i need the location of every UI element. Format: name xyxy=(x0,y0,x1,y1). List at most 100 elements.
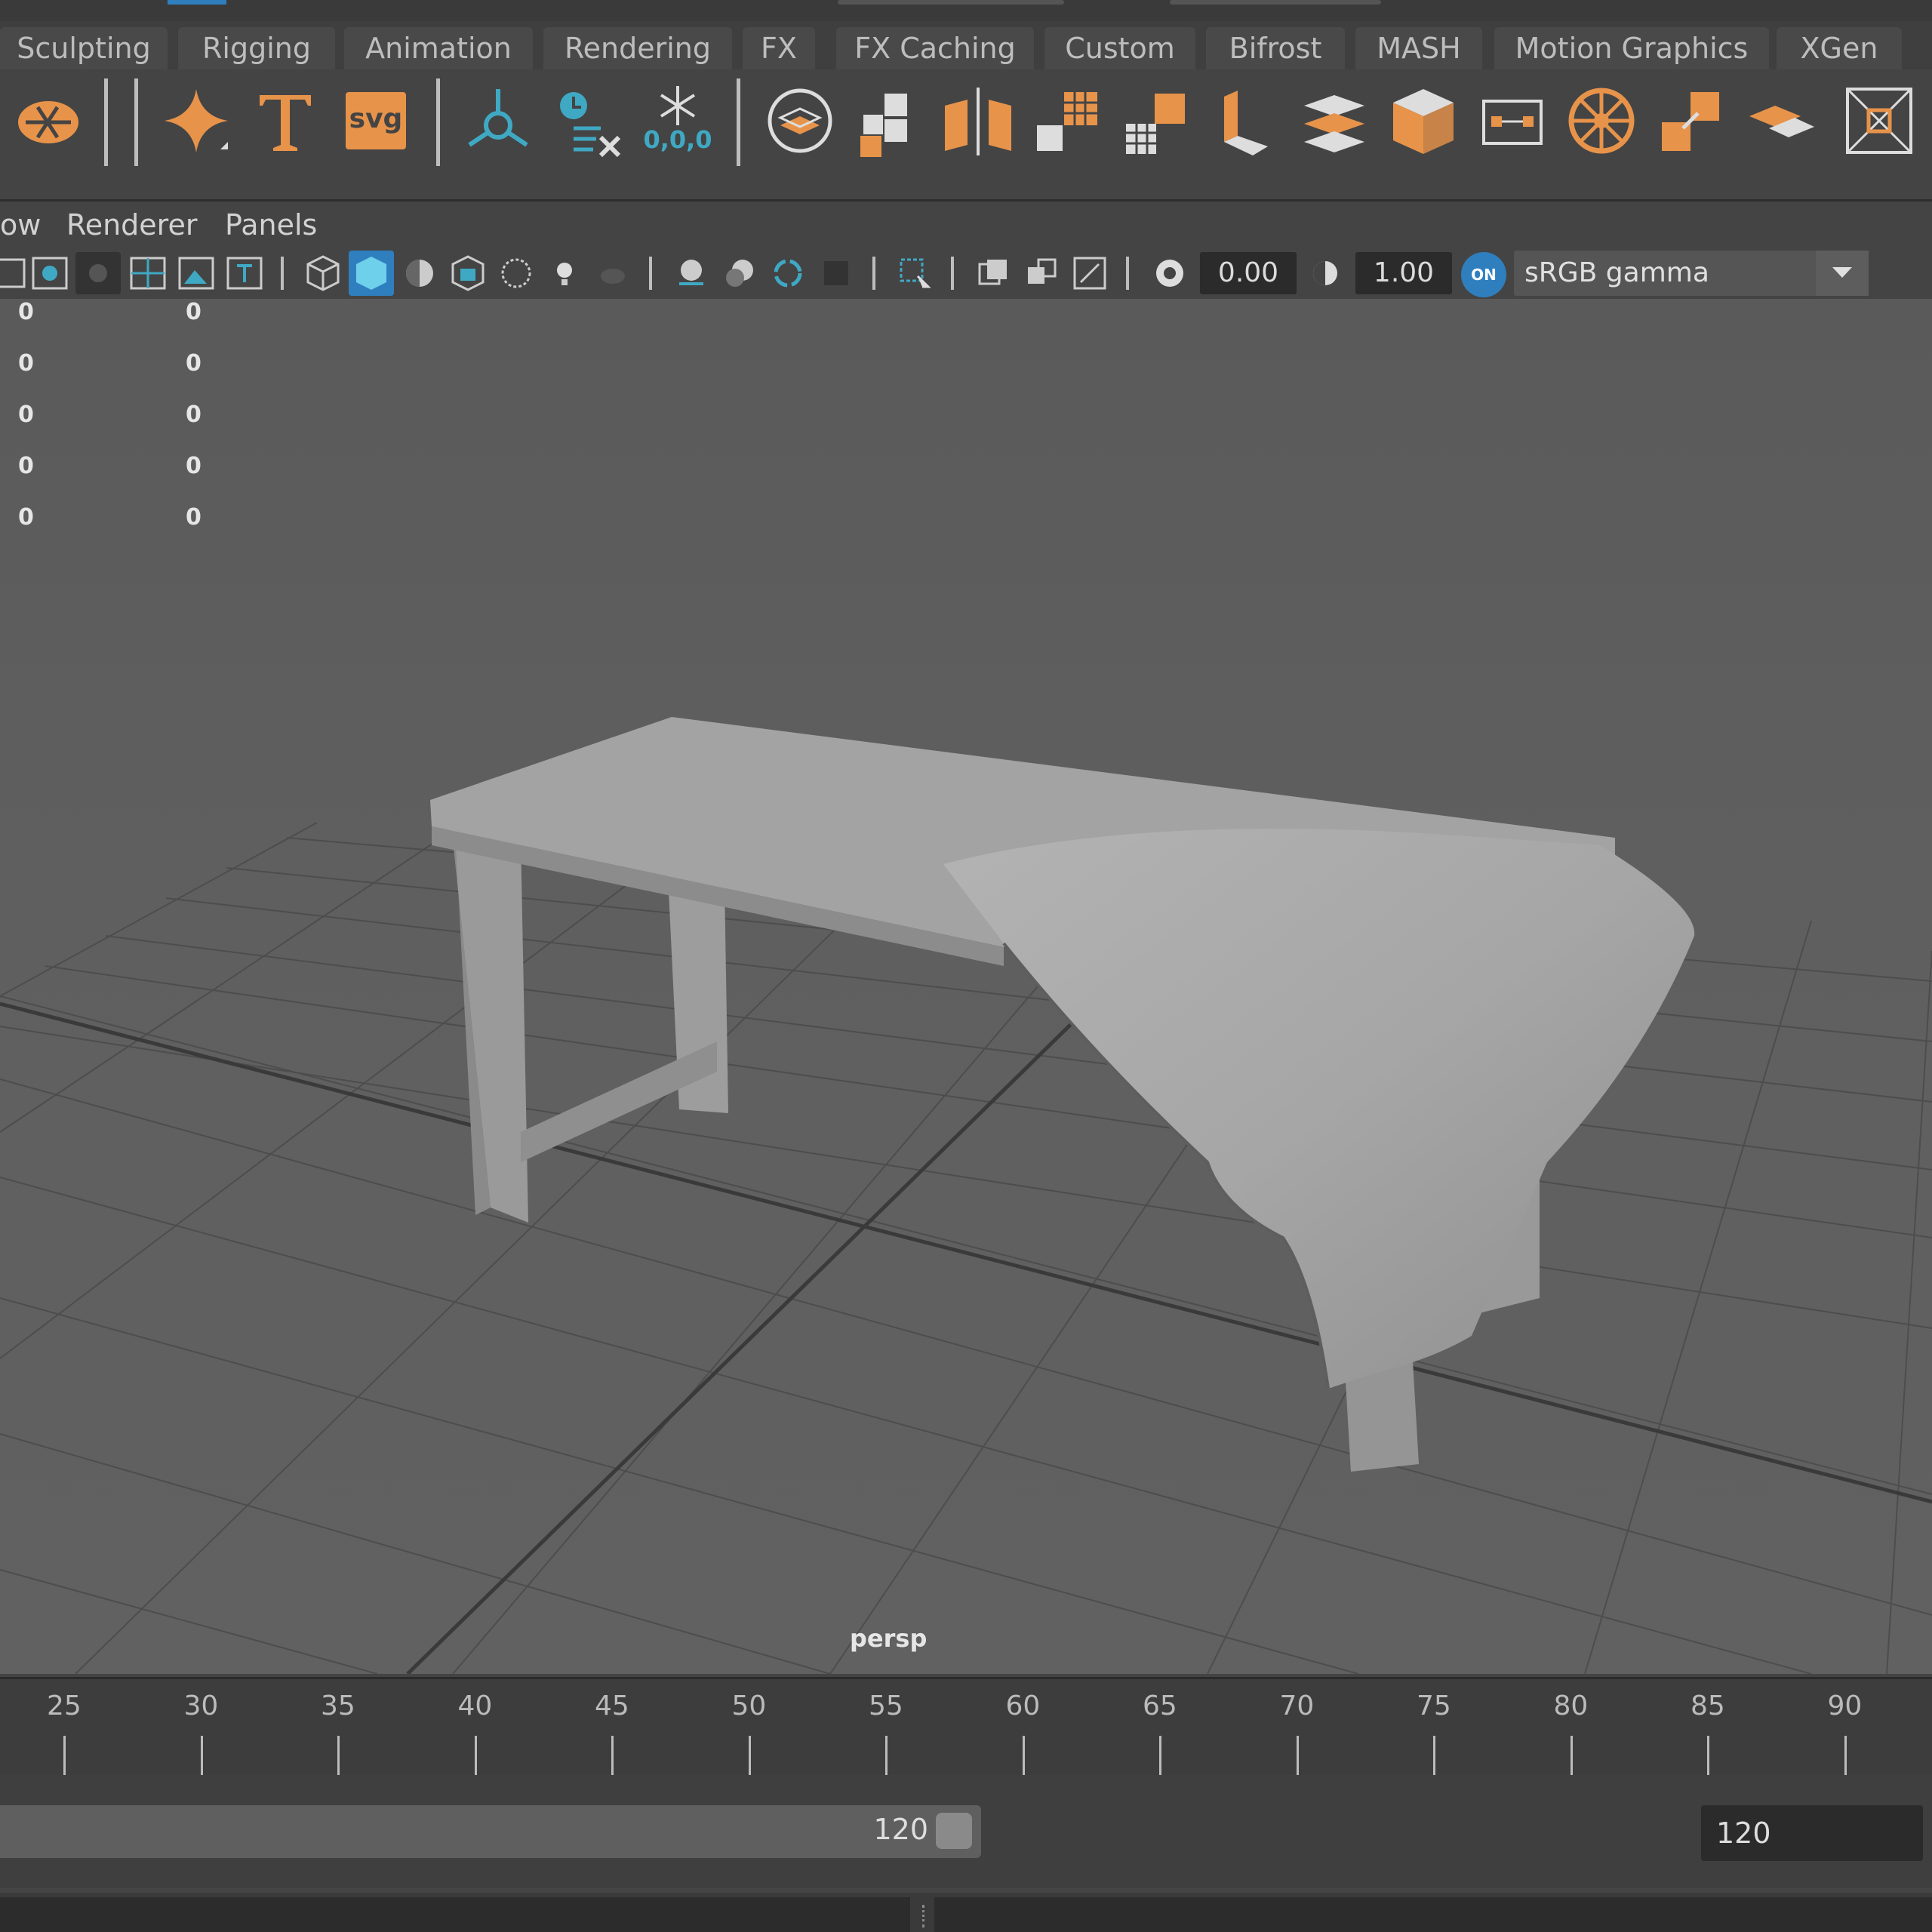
tab-motion-graphics[interactable]: Motion Graphics xyxy=(1494,27,1769,69)
motion-blur-icon[interactable] xyxy=(720,254,759,293)
animation-end-field[interactable]: 120 xyxy=(1701,1805,1923,1861)
command-input[interactable] xyxy=(0,1897,910,1932)
frame-tick xyxy=(63,1736,66,1775)
toolbar-divider xyxy=(649,257,652,290)
hud-row-2-col1: 0 xyxy=(18,401,34,428)
color-management-toggle[interactable]: ON xyxy=(1461,252,1506,297)
locator-icon[interactable] xyxy=(460,83,536,158)
stair-grid-icon[interactable] xyxy=(1118,83,1194,158)
frame-tick xyxy=(1296,1736,1299,1775)
antialias-icon[interactable] xyxy=(768,254,808,293)
frame-label: 65 xyxy=(1143,1690,1177,1721)
frame-label: 40 xyxy=(457,1690,493,1721)
viewport-persp[interactable]: 0 0 0 0 0 0 0 0 0 0 persp xyxy=(0,299,1932,1674)
ambient-occlusion-icon[interactable] xyxy=(672,254,711,293)
grid-view-icon[interactable] xyxy=(128,254,168,293)
frame-label: 25 xyxy=(47,1690,82,1721)
frame-tick xyxy=(474,1736,477,1775)
bounding-box-icon[interactable] xyxy=(1475,83,1550,158)
isolate-select-icon[interactable] xyxy=(895,254,934,293)
frame-label: 75 xyxy=(1417,1690,1451,1721)
tab-custom[interactable]: Custom xyxy=(1044,27,1195,69)
wheel-icon[interactable] xyxy=(1564,83,1639,158)
xray-joints-icon[interactable] xyxy=(974,254,1013,293)
frame-label: 70 xyxy=(1279,1690,1315,1721)
range-end-current: 120 xyxy=(873,1813,928,1846)
xray-icon[interactable] xyxy=(497,254,536,293)
dropdown-button[interactable] xyxy=(1816,251,1869,296)
toolbar-divider xyxy=(951,257,954,290)
tab-fx[interactable]: FX xyxy=(743,27,815,69)
extrude-column-icon[interactable] xyxy=(1208,83,1283,158)
splitter-handle[interactable] xyxy=(922,1905,928,1927)
stacked-planes-icon[interactable] xyxy=(1297,83,1372,158)
depth-of-field-icon[interactable] xyxy=(817,254,856,293)
command-output xyxy=(934,1897,1932,1932)
camera-name-label: persp xyxy=(850,1624,928,1653)
tab-mash[interactable]: MASH xyxy=(1355,27,1482,69)
frame-tick xyxy=(1433,1736,1435,1775)
tab-animation[interactable]: Animation xyxy=(344,27,533,69)
shelf-divider xyxy=(104,78,108,166)
shelf-divider xyxy=(436,78,440,166)
default-material-icon[interactable] xyxy=(400,254,439,293)
wireframe-icon[interactable] xyxy=(303,254,343,293)
cubes-scale-icon[interactable] xyxy=(1653,83,1728,158)
search-field-top[interactable] xyxy=(838,0,1064,5)
bookmark-icon[interactable] xyxy=(78,254,118,293)
toolbar-divider xyxy=(1126,257,1129,290)
clock-delete-icon[interactable] xyxy=(551,83,626,158)
lights-icon[interactable] xyxy=(545,254,584,293)
frame-label: 45 xyxy=(595,1690,629,1721)
svg-icon[interactable]: svg xyxy=(346,92,406,149)
smooth-shade-icon[interactable] xyxy=(352,254,391,293)
frame-label: 30 xyxy=(183,1690,219,1721)
frame-tick xyxy=(337,1736,340,1775)
range-slider-handle[interactable] xyxy=(936,1813,972,1849)
wire-on-shaded-icon[interactable] xyxy=(448,254,488,293)
frame-tick xyxy=(1707,1736,1709,1775)
text-overlay-icon[interactable] xyxy=(225,254,264,293)
planes-icon[interactable] xyxy=(1742,83,1817,158)
gamma-field[interactable]: 1.00 xyxy=(1355,252,1452,294)
frame-label: 60 xyxy=(1005,1690,1041,1721)
menu-show[interactable]: ow xyxy=(0,205,41,245)
gamma-icon[interactable] xyxy=(1306,254,1345,293)
xray-active-icon[interactable] xyxy=(1022,254,1061,293)
hud-row-0-col1: 0 xyxy=(18,299,34,325)
tab-rendering[interactable]: Rendering xyxy=(543,27,732,69)
star-sparkle-icon[interactable] xyxy=(158,83,234,158)
shadows-icon[interactable] xyxy=(593,254,632,293)
sculpt-icon[interactable] xyxy=(11,83,86,158)
cube-icon[interactable] xyxy=(1386,83,1461,158)
tab-xgen[interactable]: XGen xyxy=(1777,27,1902,69)
hud-row-3-col1: 0 xyxy=(18,453,34,479)
menu-renderer[interactable]: Renderer xyxy=(66,205,197,245)
camera-attributes-icon[interactable] xyxy=(30,254,69,293)
tab-rigging[interactable]: Rigging xyxy=(178,27,335,69)
menu-panels[interactable]: Panels xyxy=(225,205,317,245)
tiles-icon[interactable] xyxy=(851,83,927,158)
hud-row-2-col2: 0 xyxy=(186,401,202,428)
select-camera-icon[interactable] xyxy=(0,254,29,293)
text-type-icon[interactable] xyxy=(248,83,323,158)
image-plane-icon[interactable] xyxy=(177,254,216,293)
scene-render xyxy=(0,717,1932,1674)
snowflake-freeze-icon[interactable]: 0,0,0 xyxy=(640,83,715,158)
exposure-field[interactable]: 0.00 xyxy=(1200,252,1297,294)
frame-center-icon[interactable] xyxy=(1841,83,1917,158)
frame-label: 80 xyxy=(1553,1690,1589,1721)
time-slider[interactable] xyxy=(0,1677,1932,1777)
grid-duplicate-icon[interactable] xyxy=(1029,83,1105,158)
tab-sculpting[interactable]: Sculpting xyxy=(0,27,168,69)
tab-fx-caching[interactable]: FX Caching xyxy=(836,27,1034,69)
mirror-cubes-icon[interactable] xyxy=(940,83,1016,158)
resolution-gate-icon[interactable] xyxy=(1070,254,1109,293)
hud-row-4-col1: 0 xyxy=(18,504,34,531)
frame-tick xyxy=(1570,1736,1573,1775)
input-field-top[interactable] xyxy=(1170,0,1381,5)
tab-bifrost[interactable]: Bifrost xyxy=(1206,27,1345,69)
exposure-icon[interactable] xyxy=(1150,254,1189,293)
layer-sphere-icon[interactable] xyxy=(762,83,838,158)
colorspace-dropdown[interactable]: sRGB gamma xyxy=(1514,251,1869,296)
